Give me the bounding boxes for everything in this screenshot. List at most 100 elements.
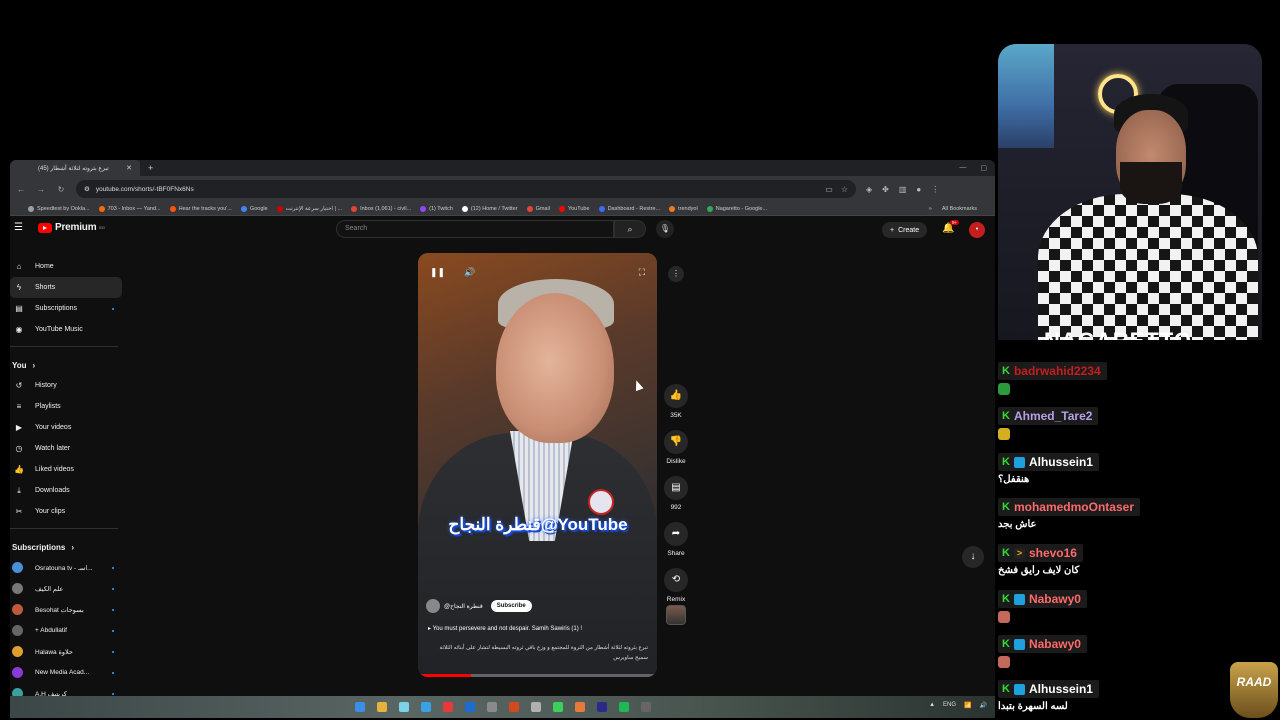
sidepanel-icon[interactable]: ▥ — [899, 185, 907, 194]
chat-username-chip[interactable]: K Alhussein1 — [998, 680, 1099, 698]
avatar[interactable]: • — [969, 222, 985, 238]
settings-icon[interactable] — [486, 702, 497, 712]
new-tab-button[interactable]: + — [148, 163, 153, 173]
file-explorer-icon[interactable] — [398, 702, 409, 712]
bookmark-item[interactable]: Nagaretto - Google... — [706, 205, 767, 212]
bookmark-item[interactable]: Speedtest by Ookla... — [28, 205, 90, 212]
tray-icon[interactable]: ENG — [943, 702, 956, 709]
volume-icon[interactable]: 🔊 — [464, 267, 480, 283]
back-icon[interactable]: ← — [16, 185, 26, 194]
steam-icon[interactable] — [530, 702, 541, 712]
chat-username-chip[interactable]: KmohamedmoOntaser — [998, 498, 1140, 516]
more-options-icon[interactable]: ⋮ — [668, 266, 684, 282]
subscription-item[interactable]: علم الكيف — [10, 578, 122, 599]
bookmark-item[interactable]: Gmail — [526, 205, 550, 212]
song-link[interactable]: ▸ You must persevere and not despair. Sa… — [428, 625, 582, 632]
fullscreen-icon[interactable]: ⛶ — [639, 267, 645, 278]
sidebar-item-your-videos[interactable]: ▶ Your videos — [10, 417, 122, 438]
tray-icon[interactable]: ▲ — [929, 702, 935, 709]
subscription-item[interactable]: Halawa حلاوة — [10, 641, 122, 662]
cast-icon[interactable]: ▭ — [825, 185, 833, 194]
bookmark-item[interactable]: (12) Home / Twitter — [461, 205, 518, 212]
bookmark-item[interactable]: 703 - Inbox — Yand... — [98, 205, 161, 212]
channel-name[interactable]: @قنطرة النجاح — [444, 603, 483, 610]
sidebar-item-playlists[interactable]: ≡ Playlists — [10, 396, 122, 417]
youtube-logo[interactable]: Premium EG — [38, 222, 105, 233]
maximize-icon[interactable]: ▢ — [980, 164, 987, 172]
sidebar-item-shorts[interactable]: ϟ Shorts — [10, 277, 122, 298]
dislike-button[interactable]: 👎 Dislike — [662, 430, 690, 465]
close-tab-icon[interactable]: ✕ — [126, 164, 132, 172]
bookmark-item[interactable]: Inbox (1,061) - civil... — [351, 205, 411, 212]
subscribe-button[interactable]: Subscribe — [490, 600, 532, 612]
sidebar-item-liked-videos[interactable]: 👍 Liked videos — [10, 459, 122, 480]
chat-username-chip[interactable]: K Nabawy0 — [998, 590, 1087, 608]
vscode-icon[interactable] — [596, 702, 607, 712]
video-description[interactable]: تبرع بثروته لثلاثة أشطار من الثروة للمجت… — [426, 643, 648, 663]
address-bar[interactable]: ⚙ youtube.com/shorts/-tBF0FNx6Ns ▭ ☆ — [76, 180, 856, 198]
you-section-heading[interactable]: You › — [10, 355, 122, 375]
extension-icon[interactable]: ◈ — [866, 185, 872, 194]
app-icon[interactable] — [640, 702, 651, 712]
subscription-item[interactable]: Besohat بسوحات — [10, 599, 122, 620]
firefox-icon[interactable] — [508, 702, 519, 712]
search-icon[interactable]: ⌕ — [614, 220, 646, 238]
bookmark-item[interactable]: Google — [240, 205, 268, 212]
bookmark-item[interactable]: YouTube — [558, 205, 590, 212]
bookmark-item[interactable]: trendyol — [669, 205, 698, 212]
forward-icon[interactable]: → — [36, 185, 46, 194]
create-button[interactable]: + Create — [882, 222, 928, 238]
discord-icon[interactable] — [574, 702, 585, 712]
subscription-item[interactable]: Osratouna tv - اسـ... — [10, 557, 122, 578]
subscriptions-heading[interactable]: Subscriptions › — [10, 537, 122, 557]
sidebar-item-downloads[interactable]: ⤓ Downloads — [10, 480, 122, 501]
start-icon[interactable] — [354, 702, 365, 712]
video-progress-bar[interactable] — [418, 674, 657, 677]
chat-username-chip[interactable]: Kbadrwahid2234 — [998, 362, 1107, 380]
chat-username-chip[interactable]: K Alhussein1 — [998, 453, 1099, 471]
bookmarks-overflow-icon[interactable]: » — [929, 206, 932, 212]
edge-icon[interactable] — [420, 702, 431, 712]
mic-icon[interactable]: 🎙 — [656, 220, 674, 238]
tray-icon[interactable]: 🔊 — [980, 702, 987, 709]
chat-username-chip[interactable]: K > shevo16 — [998, 544, 1083, 562]
sidebar-item-history[interactable]: ↺ History — [10, 375, 122, 396]
bookmark-item[interactable]: (1) Twitch — [420, 205, 453, 212]
chat-username-chip[interactable]: K Ahmed_Tare2 — [998, 407, 1099, 425]
all-bookmarks-button[interactable]: All Bookmarks — [942, 206, 977, 212]
sidebar-item-youtube-music[interactable]: ◉ YouTube Music — [10, 319, 122, 340]
bookmark-item[interactable]: Hear the tracks you'... — [169, 205, 232, 212]
minimize-icon[interactable]: — — [959, 164, 966, 172]
spotify-icon[interactable] — [618, 702, 629, 712]
channel-avatar[interactable] — [426, 599, 440, 613]
share-button[interactable]: ➦ Share — [662, 522, 690, 557]
sidebar-item-subscriptions[interactable]: ▤ Subscriptions — [10, 298, 122, 319]
site-info-icon[interactable]: ⚙ — [84, 185, 90, 193]
short-video-player[interactable]: قنطرة النجاح@YouTube ❚❚ 🔊 ⛶ @قنطرة النجا… — [418, 253, 657, 677]
chat-username-chip[interactable]: K Nabawy0 — [998, 635, 1087, 653]
comments-button[interactable]: ▤ 992 — [662, 476, 690, 511]
next-short-arrow-icon[interactable]: ↓ — [962, 546, 984, 568]
sidebar-item-home[interactable]: ⌂ Home — [10, 256, 122, 277]
reload-icon[interactable]: ↻ — [56, 185, 66, 194]
like-button[interactable]: 👍 35K — [662, 384, 690, 419]
hamburger-menu-icon[interactable]: ☰ — [14, 222, 24, 233]
tray-icon[interactable]: 📶 — [964, 702, 971, 709]
kebab-menu-icon[interactable]: ⋮ — [931, 185, 939, 194]
search-taskbar-icon[interactable] — [376, 702, 387, 712]
search-input[interactable]: Search — [336, 220, 614, 238]
sidebar-item-your-clips[interactable]: ✂ Your clips — [10, 501, 122, 522]
bookmark-item[interactable]: Dashboard - Restre... — [598, 205, 660, 212]
puzzle-icon[interactable]: ✤ — [882, 185, 889, 194]
whatsapp-icon[interactable] — [552, 702, 563, 712]
subscription-item[interactable]: + Abdullatif — [10, 620, 122, 641]
pause-icon[interactable]: ❚❚ — [430, 267, 446, 283]
active-tab[interactable]: (45) تبرع بثروته لثلاثة أشطار ✕ — [10, 160, 140, 176]
chrome-icon[interactable] — [442, 702, 453, 712]
bookmark-item[interactable]: اختبار سرعة الإنترنت | ... — [276, 205, 342, 212]
bookmark-star-icon[interactable]: ☆ — [841, 185, 848, 194]
subscription-item[interactable]: New Media Acad... — [10, 662, 122, 683]
audio-thumbnail[interactable] — [666, 605, 686, 625]
remix-button[interactable]: ⟲ Remix — [662, 568, 690, 625]
profile-icon[interactable]: ● — [916, 185, 921, 194]
